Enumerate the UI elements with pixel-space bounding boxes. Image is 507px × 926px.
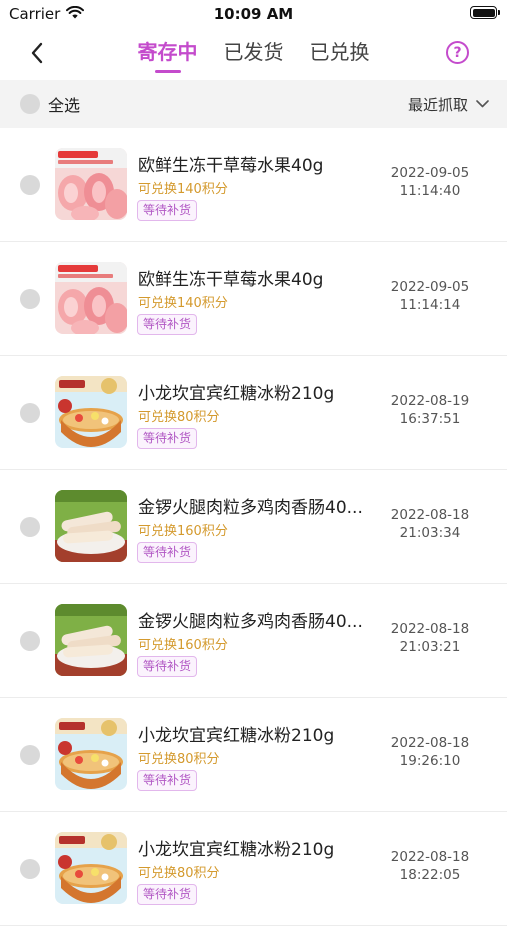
item-timestamp: 2022-09-05 11:14:14 [375, 278, 485, 314]
item-points: 可兑换140积分 [138, 296, 228, 311]
item-select-radio[interactable] [20, 631, 40, 651]
list-item[interactable]: 小龙坎宜宾红糖冰粉210g 可兑换80积分 等待补货 2022-08-19 16… [0, 356, 507, 470]
status-badge: 等待补货 [137, 200, 198, 221]
item-title: 小龙坎宜宾红糖冰粉210g [138, 384, 335, 404]
item-date: 2022-08-18 [390, 621, 470, 637]
item-date: 2022-09-05 [390, 279, 470, 295]
strawberry-product-image[interactable] [55, 148, 127, 220]
item-select-radio[interactable] [20, 175, 40, 195]
item-points: 可兑换160积分 [138, 524, 228, 539]
status-badge: 等待补货 [137, 542, 198, 563]
list-item[interactable]: 小龙坎宜宾红糖冰粉210g 可兑换80积分 等待补货 2022-08-18 19… [0, 698, 507, 812]
sausage-product-image[interactable] [55, 490, 127, 562]
help-button[interactable]: ? [446, 41, 469, 64]
strawberry-product-image[interactable] [55, 262, 127, 334]
battery-level [472, 8, 495, 17]
tab-storing-label: 寄存中 [137, 40, 198, 64]
item-timestamp: 2022-08-18 18:22:05 [375, 848, 485, 884]
item-date: 2022-08-18 [390, 507, 470, 523]
item-date: 2022-08-18 [390, 849, 470, 865]
item-time: 21:03:21 [399, 639, 461, 655]
item-date: 2022-08-19 [390, 393, 470, 409]
item-list: 欧鲜生冻干草莓水果40g 可兑换140积分 等待补货 2022-09-05 11… [0, 128, 507, 926]
tab-shipped[interactable]: 已发货 [222, 38, 286, 72]
status-badge: 等待补货 [137, 884, 198, 905]
item-time: 21:03:34 [399, 525, 461, 541]
tab-bar: 寄存中 已发货 已兑换 [0, 38, 507, 73]
question-icon: ? [453, 44, 462, 61]
item-select-radio[interactable] [20, 745, 40, 765]
item-select-radio[interactable] [20, 859, 40, 879]
status-bar: Carrier 10:09 AM [0, 0, 507, 28]
tab-redeemed[interactable]: 已兑换 [308, 38, 372, 72]
item-select-radio[interactable] [20, 403, 40, 423]
tab-storing[interactable]: 寄存中 [136, 38, 200, 73]
item-title: 金锣火腿肉粒多鸡肉香肠40... [138, 612, 363, 632]
status-badge: 等待补货 [137, 770, 198, 791]
battery-icon [470, 6, 500, 19]
select-all-label: 全选 [48, 96, 81, 115]
sort-dropdown[interactable]: 最近抓取 [408, 94, 489, 115]
ice-jelly-product-image[interactable] [55, 718, 127, 790]
sausage-product-image[interactable] [55, 604, 127, 676]
item-title: 小龙坎宜宾红糖冰粉210g [138, 840, 335, 860]
item-timestamp: 2022-09-05 11:14:40 [375, 164, 485, 200]
item-time: 11:14:14 [399, 297, 461, 313]
item-select-radio[interactable] [20, 289, 40, 309]
item-time: 11:14:40 [399, 183, 461, 199]
item-timestamp: 2022-08-18 21:03:34 [375, 506, 485, 542]
ice-jelly-product-image[interactable] [55, 376, 127, 448]
item-time: 19:26:10 [399, 753, 461, 769]
status-badge: 等待补货 [137, 314, 198, 335]
list-item[interactable]: 金锣火腿肉粒多鸡肉香肠40... 可兑换160积分 等待补货 2022-08-1… [0, 470, 507, 584]
item-date: 2022-08-18 [390, 735, 470, 751]
tab-redeemed-label: 已兑换 [309, 40, 370, 64]
item-timestamp: 2022-08-18 21:03:21 [375, 620, 485, 656]
item-points: 可兑换80积分 [138, 410, 220, 425]
sort-label: 最近抓取 [407, 95, 468, 114]
item-title: 欧鲜生冻干草莓水果40g [138, 156, 324, 176]
item-select-radio[interactable] [20, 517, 40, 537]
status-badge: 等待补货 [137, 428, 198, 449]
active-tab-indicator [154, 70, 181, 73]
item-points: 可兑换80积分 [138, 866, 220, 881]
item-title: 金锣火腿肉粒多鸡肉香肠40... [138, 498, 363, 518]
list-item[interactable]: 小龙坎宜宾红糖冰粉210g 可兑换80积分 等待补货 2022-08-18 18… [0, 812, 507, 926]
item-timestamp: 2022-08-18 19:26:10 [375, 734, 485, 770]
list-item[interactable]: 欧鲜生冻干草莓水果40g 可兑换140积分 等待补货 2022-09-05 11… [0, 128, 507, 242]
item-points: 可兑换140积分 [138, 182, 228, 197]
item-timestamp: 2022-08-19 16:37:51 [375, 392, 485, 428]
item-date: 2022-09-05 [390, 165, 470, 181]
nav-bar: 寄存中 已发货 已兑换 ? [0, 28, 507, 80]
list-item[interactable]: 欧鲜生冻干草莓水果40g 可兑换140积分 等待补货 2022-09-05 11… [0, 242, 507, 356]
item-time: 16:37:51 [399, 411, 461, 427]
status-badge: 等待补货 [137, 656, 198, 677]
filter-bar: 全选 最近抓取 [0, 80, 507, 128]
select-all-radio[interactable] [20, 94, 40, 114]
list-item[interactable]: 金锣火腿肉粒多鸡肉香肠40... 可兑换160积分 等待补货 2022-08-1… [0, 584, 507, 698]
item-time: 18:22:05 [399, 867, 461, 883]
tab-shipped-label: 已发货 [223, 40, 284, 64]
status-time: 10:09 AM [213, 5, 294, 23]
item-points: 可兑换160积分 [138, 638, 228, 653]
item-title: 欧鲜生冻干草莓水果40g [138, 270, 324, 290]
item-title: 小龙坎宜宾红糖冰粉210g [138, 726, 335, 746]
select-all-toggle[interactable]: 全选 [20, 92, 80, 116]
item-points: 可兑换80积分 [138, 752, 220, 767]
chevron-down-icon [476, 100, 489, 108]
ice-jelly-product-image[interactable] [55, 832, 127, 904]
